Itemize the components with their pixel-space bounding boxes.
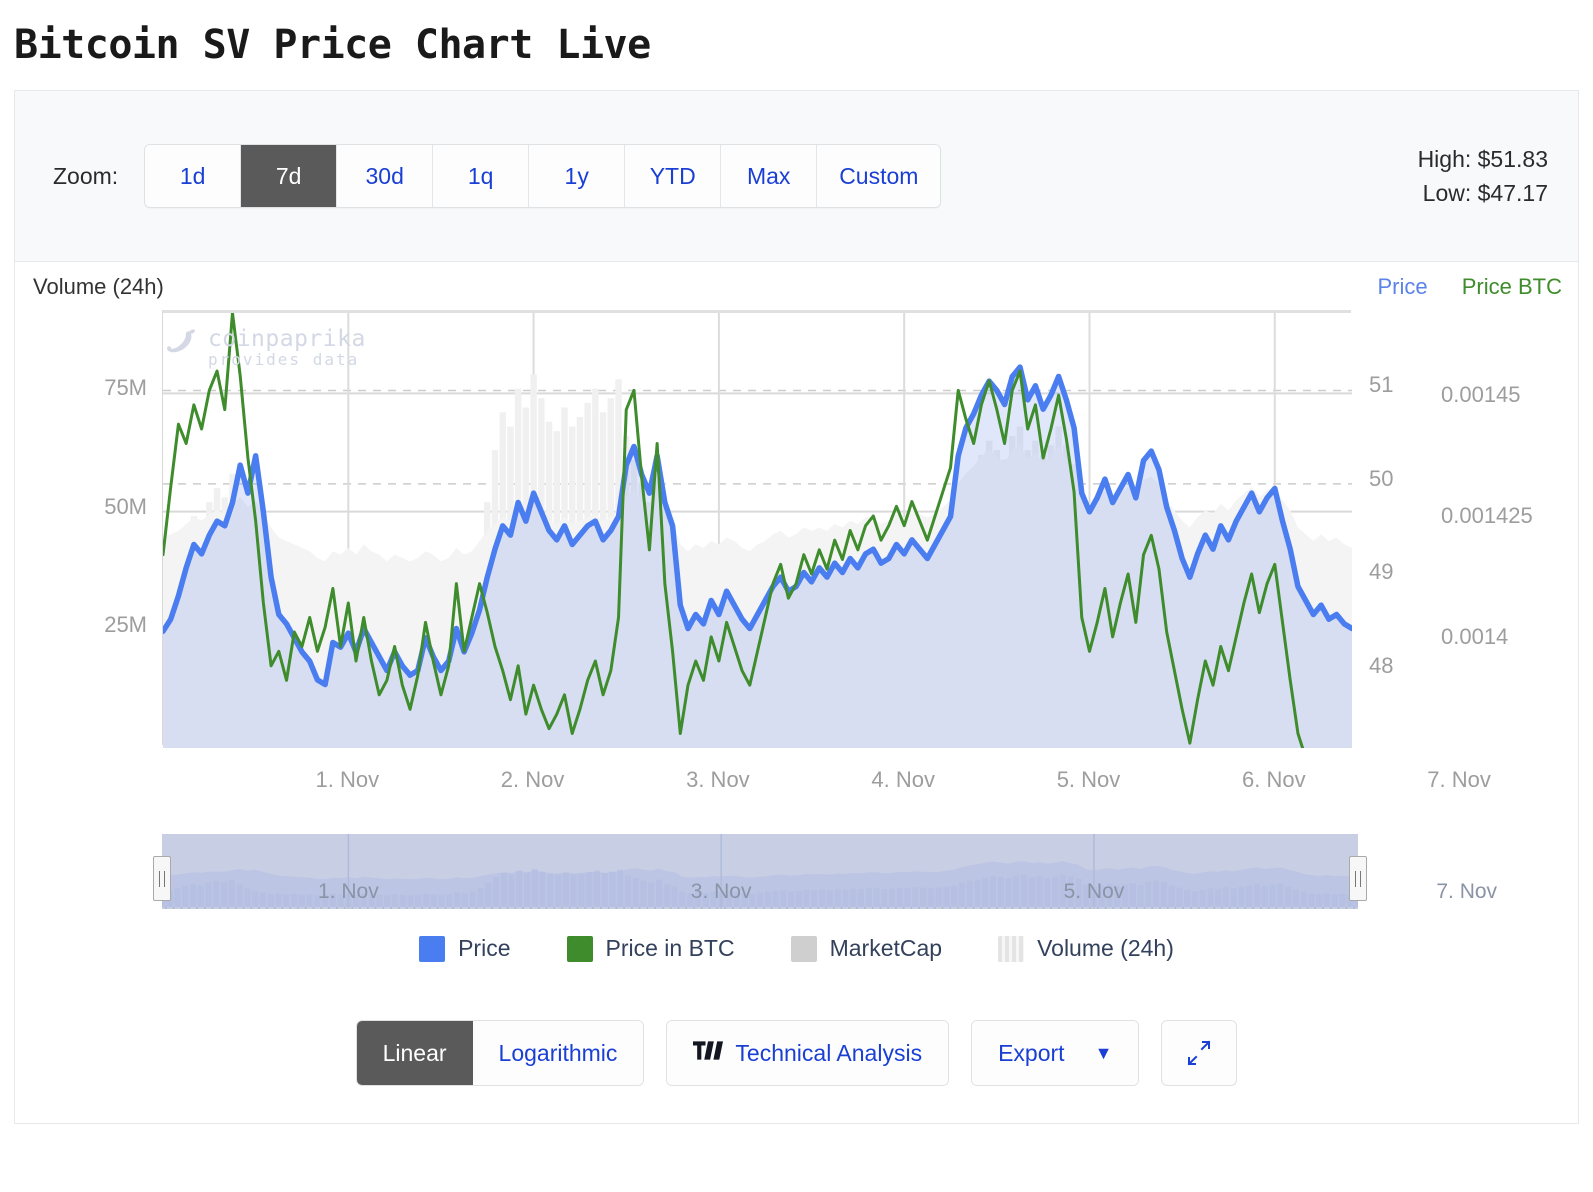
price-btc-axis-title[interactable]: Price BTC [1462, 274, 1562, 299]
x-tick-7-Nov: 7. Nov [1399, 767, 1519, 793]
navigator-tick-1-Nov: 1. Nov [300, 880, 396, 904]
zoom-range-max[interactable]: Max [721, 145, 817, 207]
legend-swatch [419, 936, 445, 962]
x-tick-5-Nov: 5. Nov [1028, 767, 1148, 793]
x-tick-6-Nov: 6. Nov [1214, 767, 1334, 793]
fullscreen-button[interactable] [1161, 1020, 1237, 1086]
legend-item-marketcap[interactable]: MarketCap [791, 935, 942, 962]
chart-legend: Price Price in BTC MarketCap Volume (24h) [15, 935, 1578, 962]
legend-label: Price [458, 935, 510, 962]
price-axis-titles: Price Price BTC [1378, 274, 1563, 300]
legend-label: Price in BTC [606, 935, 735, 962]
volume-tick-50M: 50M [27, 494, 147, 520]
page-title: Bitcoin SV Price Chart Live [0, 0, 1593, 90]
high-value: High: $51.83 [1418, 142, 1548, 176]
zoom-range-1d[interactable]: 1d [145, 145, 241, 207]
price-tick-51: 51 [1369, 372, 1393, 398]
navigator-tick-5-Nov: 5. Nov [1046, 880, 1142, 904]
price-btc-tick-0.001425: 0.001425 [1441, 503, 1533, 529]
export-button-wrap: Export ▼ [971, 1020, 1139, 1086]
zoom-range-custom[interactable]: Custom [817, 145, 940, 207]
chart-bottom-toolbar: LinearLogarithmic Technical Analysis Exp… [15, 1020, 1578, 1086]
zoom-range-7d[interactable]: 7d [241, 145, 337, 207]
price-btc-tick-0.0014: 0.0014 [1441, 624, 1508, 650]
legend-item-price[interactable]: Price [419, 935, 510, 962]
x-tick-4-Nov: 4. Nov [843, 767, 963, 793]
handle-grip-icon [1355, 871, 1361, 887]
scale-logarithmic-button[interactable]: Logarithmic [473, 1021, 644, 1085]
zoom-range-button-group: 1d7d30d1q1yYTDMaxCustom [144, 144, 941, 208]
legend-swatch [998, 936, 1024, 962]
navigator-track[interactable]: 1. Nov3. Nov5. Nov7. Nov [162, 834, 1358, 909]
x-tick-1-Nov: 1. Nov [287, 767, 407, 793]
export-button[interactable]: Export ▼ [972, 1021, 1138, 1085]
price-axis-title[interactable]: Price [1378, 274, 1428, 299]
price-tick-50: 50 [1369, 466, 1393, 492]
volume-tick-25M: 25M [27, 612, 147, 638]
zoom-toolbar: Zoom: 1d7d30d1q1yYTDMaxCustom High: $51.… [14, 90, 1579, 262]
zoom-range-1q[interactable]: 1q [433, 145, 529, 207]
expand-arrows-icon [1182, 1036, 1216, 1070]
high-low-stats: High: $51.83 Low: $47.17 [1418, 142, 1548, 210]
x-tick-2-Nov: 2. Nov [473, 767, 593, 793]
legend-item-volume-24h[interactable]: Volume (24h) [998, 935, 1174, 962]
chart-panel: Volume (24h) Price Price BTC coinpaprika… [14, 262, 1579, 1124]
zoom-range-30d[interactable]: 30d [337, 145, 433, 207]
price-tick-49: 49 [1369, 559, 1393, 585]
technical-analysis-button[interactable]: Technical Analysis [667, 1021, 948, 1085]
range-navigator[interactable]: 1. Nov3. Nov5. Nov7. Nov [162, 834, 1358, 909]
technical-analysis-button-wrap: Technical Analysis [666, 1020, 949, 1086]
navigator-tick-7-Nov: 7. Nov [1419, 880, 1515, 904]
legend-swatch [791, 936, 817, 962]
price-tick-48: 48 [1369, 653, 1393, 679]
low-value: Low: $47.17 [1418, 176, 1548, 210]
tradingview-logo-icon [693, 1041, 723, 1065]
chart-plot-area[interactable] [162, 310, 1351, 745]
export-label: Export [998, 1021, 1064, 1085]
legend-label: MarketCap [830, 935, 942, 962]
technical-analysis-label: Technical Analysis [735, 1021, 922, 1085]
x-tick-3-Nov: 3. Nov [658, 767, 778, 793]
zoom-range-1y[interactable]: 1y [529, 145, 625, 207]
price-btc-tick-0.00145: 0.00145 [1441, 382, 1521, 408]
navigator-handle-right[interactable] [1349, 856, 1367, 901]
volume-axis-title: Volume (24h) [33, 274, 164, 300]
legend-swatch [567, 936, 593, 962]
navigator-tick-3-Nov: 3. Nov [673, 880, 769, 904]
zoom-range-ytd[interactable]: YTD [625, 145, 721, 207]
legend-label: Volume (24h) [1037, 935, 1174, 962]
chart-svg [163, 313, 1352, 748]
chevron-down-icon: ▼ [1095, 1021, 1113, 1085]
handle-grip-icon [159, 871, 165, 887]
scale-linear-button[interactable]: Linear [357, 1021, 473, 1085]
volume-tick-75M: 75M [27, 375, 147, 401]
zoom-label: Zoom: [53, 163, 118, 190]
legend-item-price-in-btc[interactable]: Price in BTC [567, 935, 735, 962]
scale-mode-button-group: LinearLogarithmic [356, 1020, 645, 1086]
navigator-handle-left[interactable] [153, 856, 171, 901]
